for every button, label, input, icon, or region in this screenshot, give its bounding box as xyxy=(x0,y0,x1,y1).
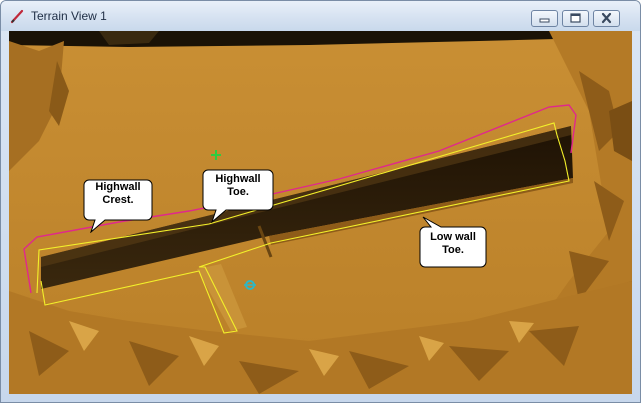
callout-highwall-crest-text: Highwall Crest. xyxy=(83,181,153,207)
callout-line: Highwall xyxy=(215,173,261,185)
minimize-button[interactable] xyxy=(531,10,558,27)
maximize-button[interactable] xyxy=(562,10,589,27)
callout-line: Low wall xyxy=(430,231,476,243)
pencil-icon xyxy=(10,9,24,24)
callout-highwall-toe-text: Highwall Toe. xyxy=(202,173,274,199)
terrain-view-window: Terrain View 1 Highwall Crest. Highwall … xyxy=(0,0,641,403)
close-button[interactable] xyxy=(593,10,620,27)
callout-line: Toe. xyxy=(227,186,249,198)
terrain-viewport[interactable]: Highwall Crest. Highwall Toe. Low wall T… xyxy=(9,31,632,394)
maximize-icon xyxy=(570,13,581,23)
callout-lowwall-toe: Low wall Toe. xyxy=(419,216,487,268)
minimize-icon xyxy=(539,18,550,23)
callout-line: Highwall xyxy=(95,181,141,193)
title-bar[interactable]: Terrain View 1 xyxy=(1,1,640,31)
callout-highwall-crest: Highwall Crest. xyxy=(83,179,153,233)
callout-line: Crest. xyxy=(102,194,134,206)
callout-highwall-toe: Highwall Toe. xyxy=(202,169,274,223)
callout-line: Toe. xyxy=(442,244,464,256)
callout-lowwall-toe-text: Low wall Toe. xyxy=(419,231,487,257)
window-title: Terrain View 1 xyxy=(31,9,107,23)
close-icon xyxy=(601,12,612,24)
